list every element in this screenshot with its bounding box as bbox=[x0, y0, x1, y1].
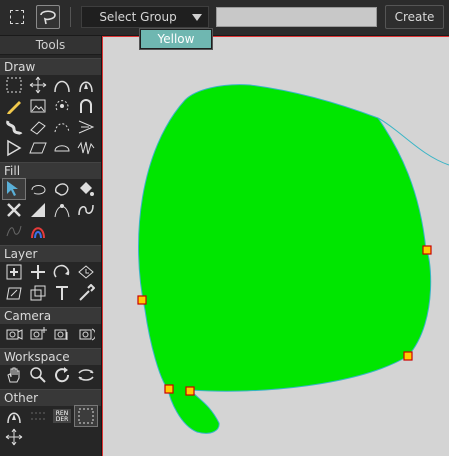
camera-zoom-icon[interactable] bbox=[51, 324, 73, 344]
create-button[interactable]: Create bbox=[385, 5, 444, 29]
faded-curve-icon[interactable] bbox=[3, 221, 25, 241]
svg-text:DER: DER bbox=[56, 416, 69, 423]
curve-stroke-icon[interactable] bbox=[3, 117, 25, 137]
select-group-label: Select Group bbox=[99, 10, 177, 24]
plus-icon[interactable] bbox=[27, 262, 49, 282]
green-shape bbox=[138, 84, 432, 434]
lasso-fill-icon[interactable] bbox=[27, 179, 49, 199]
section-fill: Fill bbox=[0, 162, 101, 179]
eyedropper-icon[interactable] bbox=[75, 283, 97, 303]
bone-icon[interactable] bbox=[27, 406, 49, 426]
blob-icon[interactable] bbox=[51, 179, 73, 199]
fill-select-icon[interactable] bbox=[2, 178, 26, 200]
bucket-icon[interactable] bbox=[75, 179, 97, 199]
drawing-canvas[interactable] bbox=[102, 36, 449, 456]
tools-panel: Tools Draw Fill Layer Camera Workspace O… bbox=[0, 36, 102, 456]
text-icon[interactable] bbox=[51, 283, 73, 303]
triangle-bend-icon[interactable] bbox=[75, 117, 97, 137]
move-other-icon[interactable] bbox=[3, 427, 25, 447]
cloud-icon[interactable] bbox=[51, 138, 73, 158]
parallelogram-icon[interactable] bbox=[27, 138, 49, 158]
rotate-layer-icon[interactable] bbox=[51, 262, 73, 282]
layer-copy-icon[interactable] bbox=[27, 283, 49, 303]
camera-rotate-icon[interactable] bbox=[75, 324, 97, 344]
gradient-icon[interactable] bbox=[27, 200, 49, 220]
canvas-border-left bbox=[102, 36, 103, 456]
flip-icon[interactable] bbox=[75, 365, 97, 385]
camera-move-icon[interactable] bbox=[3, 324, 25, 344]
move-icon[interactable] bbox=[27, 75, 49, 95]
control-point-handle bbox=[403, 351, 413, 361]
camera-add-icon[interactable] bbox=[27, 324, 49, 344]
frame-select-icon[interactable] bbox=[74, 405, 98, 427]
select-icon[interactable] bbox=[3, 75, 25, 95]
arc-icon[interactable] bbox=[51, 75, 73, 95]
rect-select-icon[interactable] bbox=[5, 5, 29, 29]
control-point-handle bbox=[164, 384, 174, 394]
tools-panel-title: Tools bbox=[0, 36, 101, 55]
select-group-dropdown[interactable]: Select Group bbox=[81, 6, 209, 28]
cross-icon[interactable] bbox=[3, 200, 25, 220]
control-point-handle bbox=[137, 295, 147, 305]
section-other: Other bbox=[0, 389, 101, 406]
pencil-icon[interactable] bbox=[3, 96, 25, 116]
wave-icon[interactable] bbox=[75, 138, 97, 158]
image-icon[interactable] bbox=[27, 96, 49, 116]
layer-edit-icon[interactable] bbox=[3, 283, 25, 303]
rainbow-arc-icon[interactable] bbox=[27, 221, 49, 241]
section-camera: Camera bbox=[0, 307, 101, 324]
toolbar-divider bbox=[70, 7, 71, 27]
canvas-artwork bbox=[137, 84, 449, 434]
magnet-icon[interactable] bbox=[75, 96, 97, 116]
group-name-input[interactable] bbox=[216, 7, 377, 27]
chevron-down-icon bbox=[192, 14, 202, 21]
section-draw: Draw bbox=[0, 58, 101, 75]
layer-clock-icon[interactable] bbox=[75, 262, 97, 282]
dropdown-option-yellow[interactable]: Yellow bbox=[141, 30, 211, 48]
control-point-handle bbox=[185, 386, 195, 396]
hand-icon[interactable] bbox=[3, 365, 25, 385]
dotted-arc-icon[interactable] bbox=[51, 117, 73, 137]
section-layer: Layer bbox=[0, 245, 101, 262]
lasso-icon[interactable] bbox=[36, 5, 60, 29]
point-curve-icon[interactable] bbox=[51, 200, 73, 220]
s-curve-icon[interactable] bbox=[75, 200, 97, 220]
pen-curve-icon[interactable] bbox=[75, 75, 97, 95]
section-workspace: Workspace bbox=[0, 348, 101, 365]
eraser-icon[interactable] bbox=[27, 117, 49, 137]
render-icon[interactable]: REN DER bbox=[51, 406, 73, 426]
zoom-icon[interactable] bbox=[27, 365, 49, 385]
curve-other-icon[interactable] bbox=[3, 406, 25, 426]
rotate-dot-icon[interactable] bbox=[51, 96, 73, 116]
triangle-icon[interactable] bbox=[3, 138, 25, 158]
group-dropdown-menu: Yellow bbox=[139, 28, 213, 50]
rotate-icon[interactable] bbox=[51, 365, 73, 385]
control-point-handle bbox=[422, 245, 432, 255]
layer-add-icon[interactable] bbox=[3, 262, 25, 282]
top-toolbar: Select Group Create bbox=[0, 0, 449, 36]
